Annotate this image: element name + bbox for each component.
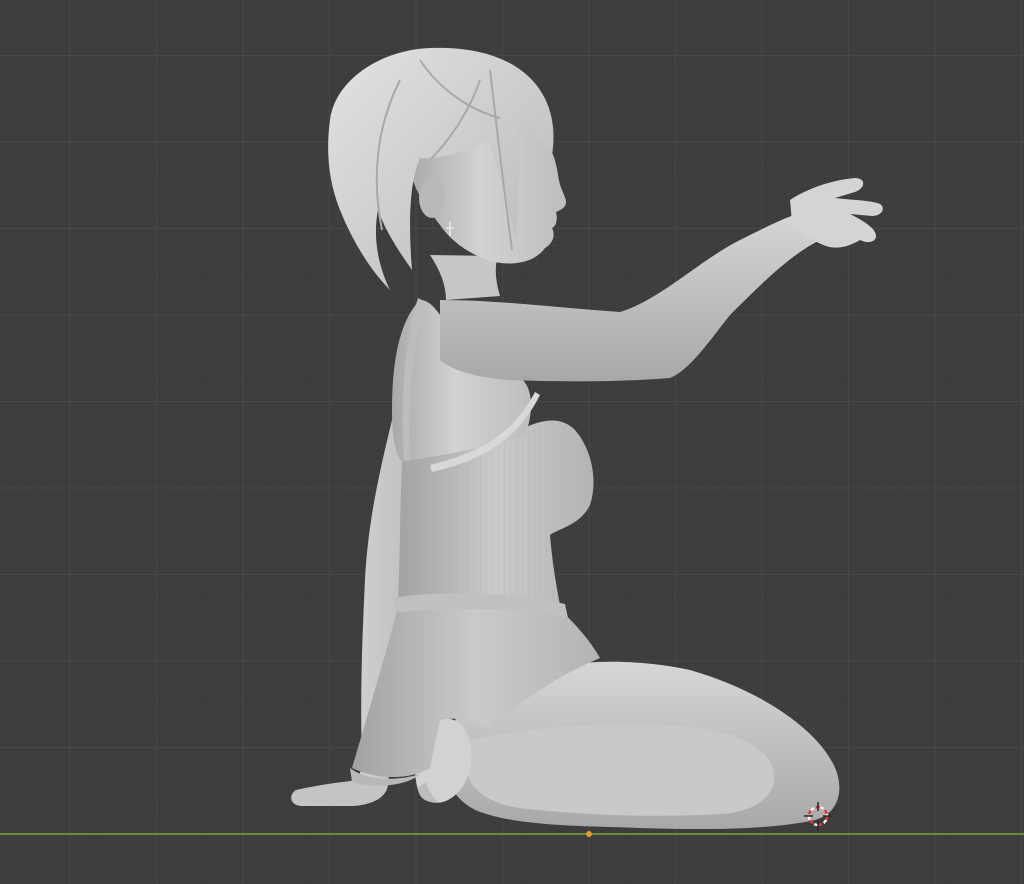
viewport-canvas[interactable] — [0, 0, 1024, 884]
ear — [419, 178, 445, 218]
shin — [465, 724, 775, 816]
3d-viewport[interactable] — [0, 0, 1024, 884]
origin-point-icon[interactable] — [586, 831, 592, 837]
sculpted-figure[interactable] — [291, 47, 883, 830]
neck — [430, 255, 500, 300]
